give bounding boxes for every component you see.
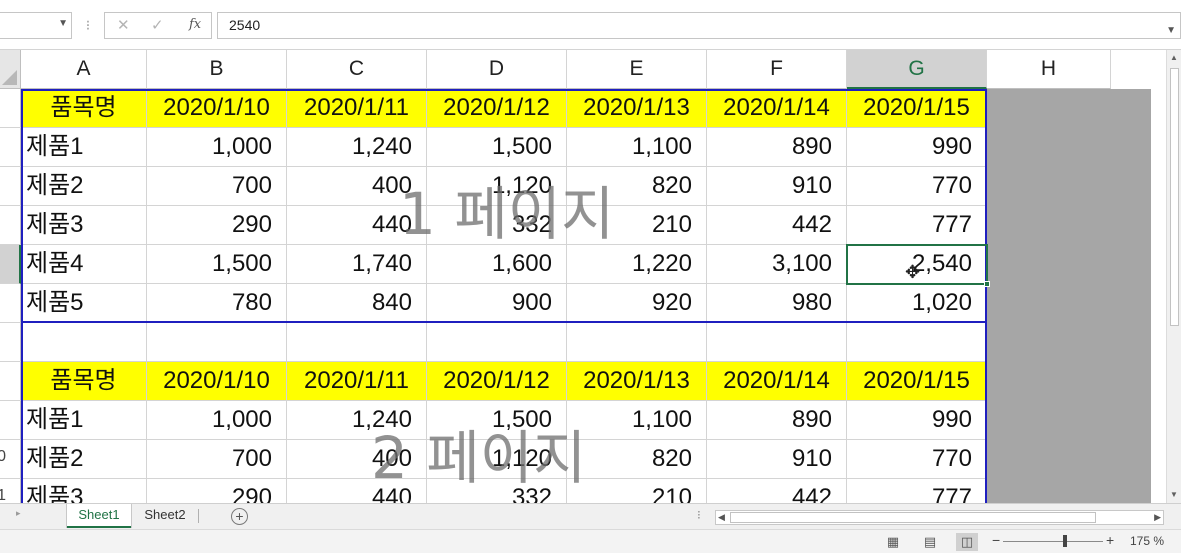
- column-header-a[interactable]: A: [21, 50, 147, 89]
- row-header[interactable]: 0: [0, 440, 21, 479]
- row-header[interactable]: [0, 245, 21, 284]
- column-header-g[interactable]: G: [847, 50, 987, 89]
- horizontal-scroll-thumb[interactable]: [730, 512, 1096, 523]
- row-number: 0: [0, 448, 6, 466]
- column-header-c[interactable]: C: [287, 50, 427, 89]
- insert-function-icon[interactable]: fx: [189, 17, 201, 32]
- expand-formula-icon[interactable]: ▼: [1166, 18, 1176, 43]
- column-header-d[interactable]: D: [427, 50, 567, 89]
- formula-input[interactable]: 2540 ▼: [217, 12, 1181, 39]
- formula-bar: ▼ ⁝ ✕ ✓ fx 2540 ▼: [0, 0, 1181, 50]
- sheet-tab-sheet2[interactable]: Sheet2: [133, 504, 197, 528]
- vertical-scrollbar[interactable]: ▲ ▼: [1166, 50, 1181, 503]
- vertical-dots-icon: ⁝: [85, 17, 91, 33]
- row-header[interactable]: [0, 362, 21, 401]
- page-2-boundary[interactable]: [21, 321, 987, 503]
- formula-value: 2540: [229, 17, 261, 33]
- row-header[interactable]: [0, 284, 21, 323]
- row-number: 1: [0, 487, 6, 503]
- worksheet-grid[interactable]: ABCDEFGH 01 품목명2020/1/102020/1/112020/1/…: [0, 50, 1166, 503]
- sheet-tab-bar: ▸ Sheet1 Sheet2 + ⁝ ◀ ▶: [0, 503, 1181, 529]
- zoom-level[interactable]: 175 %: [1130, 534, 1164, 548]
- page-break-preview-icon[interactable]: ◫: [956, 533, 978, 551]
- vertical-dots-icon[interactable]: ⁝: [697, 508, 701, 522]
- zoom-slider[interactable]: [1003, 541, 1103, 542]
- scroll-up-arrow-icon[interactable]: ▲: [1170, 53, 1178, 62]
- zoom-in-button[interactable]: +: [1106, 532, 1114, 548]
- horizontal-scrollbar[interactable]: ◀ ▶: [715, 510, 1164, 525]
- scroll-right-arrow-icon[interactable]: ▶: [1154, 511, 1161, 524]
- row-header[interactable]: [0, 89, 21, 128]
- row-header[interactable]: [0, 206, 21, 245]
- zoom-slider-thumb[interactable]: [1063, 535, 1067, 547]
- status-bar: ▦ ▤ ◫ − + 175 %: [0, 529, 1181, 553]
- scroll-left-arrow-icon[interactable]: ◀: [718, 511, 725, 524]
- row-header[interactable]: 1: [0, 479, 21, 503]
- column-header-e[interactable]: E: [567, 50, 707, 89]
- zoom-out-button[interactable]: −: [992, 532, 1000, 548]
- row-header[interactable]: [0, 128, 21, 167]
- outside-print-area: [987, 89, 1151, 503]
- row-header[interactable]: [0, 401, 21, 440]
- normal-view-icon[interactable]: ▦: [882, 533, 904, 551]
- column-header-b[interactable]: B: [147, 50, 287, 89]
- fill-handle[interactable]: [984, 281, 990, 287]
- cancel-icon[interactable]: ✕: [117, 16, 130, 34]
- scroll-down-arrow-icon[interactable]: ▼: [1170, 490, 1178, 499]
- row-header[interactable]: [0, 167, 21, 206]
- formula-buttons: ✕ ✓ fx: [104, 12, 212, 39]
- tab-divider: [198, 509, 199, 523]
- page-1-boundary[interactable]: [21, 89, 987, 323]
- page-layout-view-icon[interactable]: ▤: [919, 533, 941, 551]
- select-all-corner[interactable]: [0, 50, 21, 89]
- add-sheet-icon[interactable]: +: [231, 508, 248, 525]
- chevron-down-icon[interactable]: ▼: [58, 18, 68, 29]
- sheet-tab-sheet1[interactable]: Sheet1: [67, 504, 131, 528]
- column-header-h[interactable]: H: [987, 50, 1111, 89]
- name-box[interactable]: ▼: [0, 12, 72, 39]
- enter-check-icon[interactable]: ✓: [151, 16, 164, 34]
- tab-scroll-arrow-icon[interactable]: ▸: [16, 508, 21, 519]
- row-header[interactable]: [0, 323, 21, 362]
- column-header-f[interactable]: F: [707, 50, 847, 89]
- vertical-scroll-thumb[interactable]: [1170, 68, 1179, 326]
- move-cursor-icon: ✥: [905, 262, 921, 282]
